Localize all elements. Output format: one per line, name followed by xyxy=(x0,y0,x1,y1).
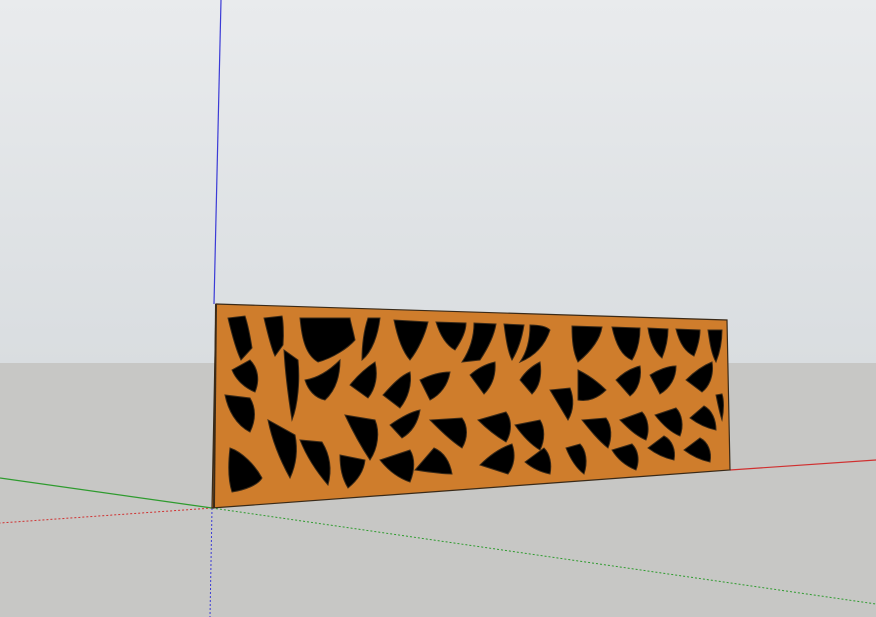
modeling-viewport[interactable] xyxy=(0,0,876,617)
panel-face[interactable] xyxy=(0,0,876,617)
screen-panel-model[interactable] xyxy=(0,0,876,617)
scene-canvas[interactable] xyxy=(0,0,876,617)
